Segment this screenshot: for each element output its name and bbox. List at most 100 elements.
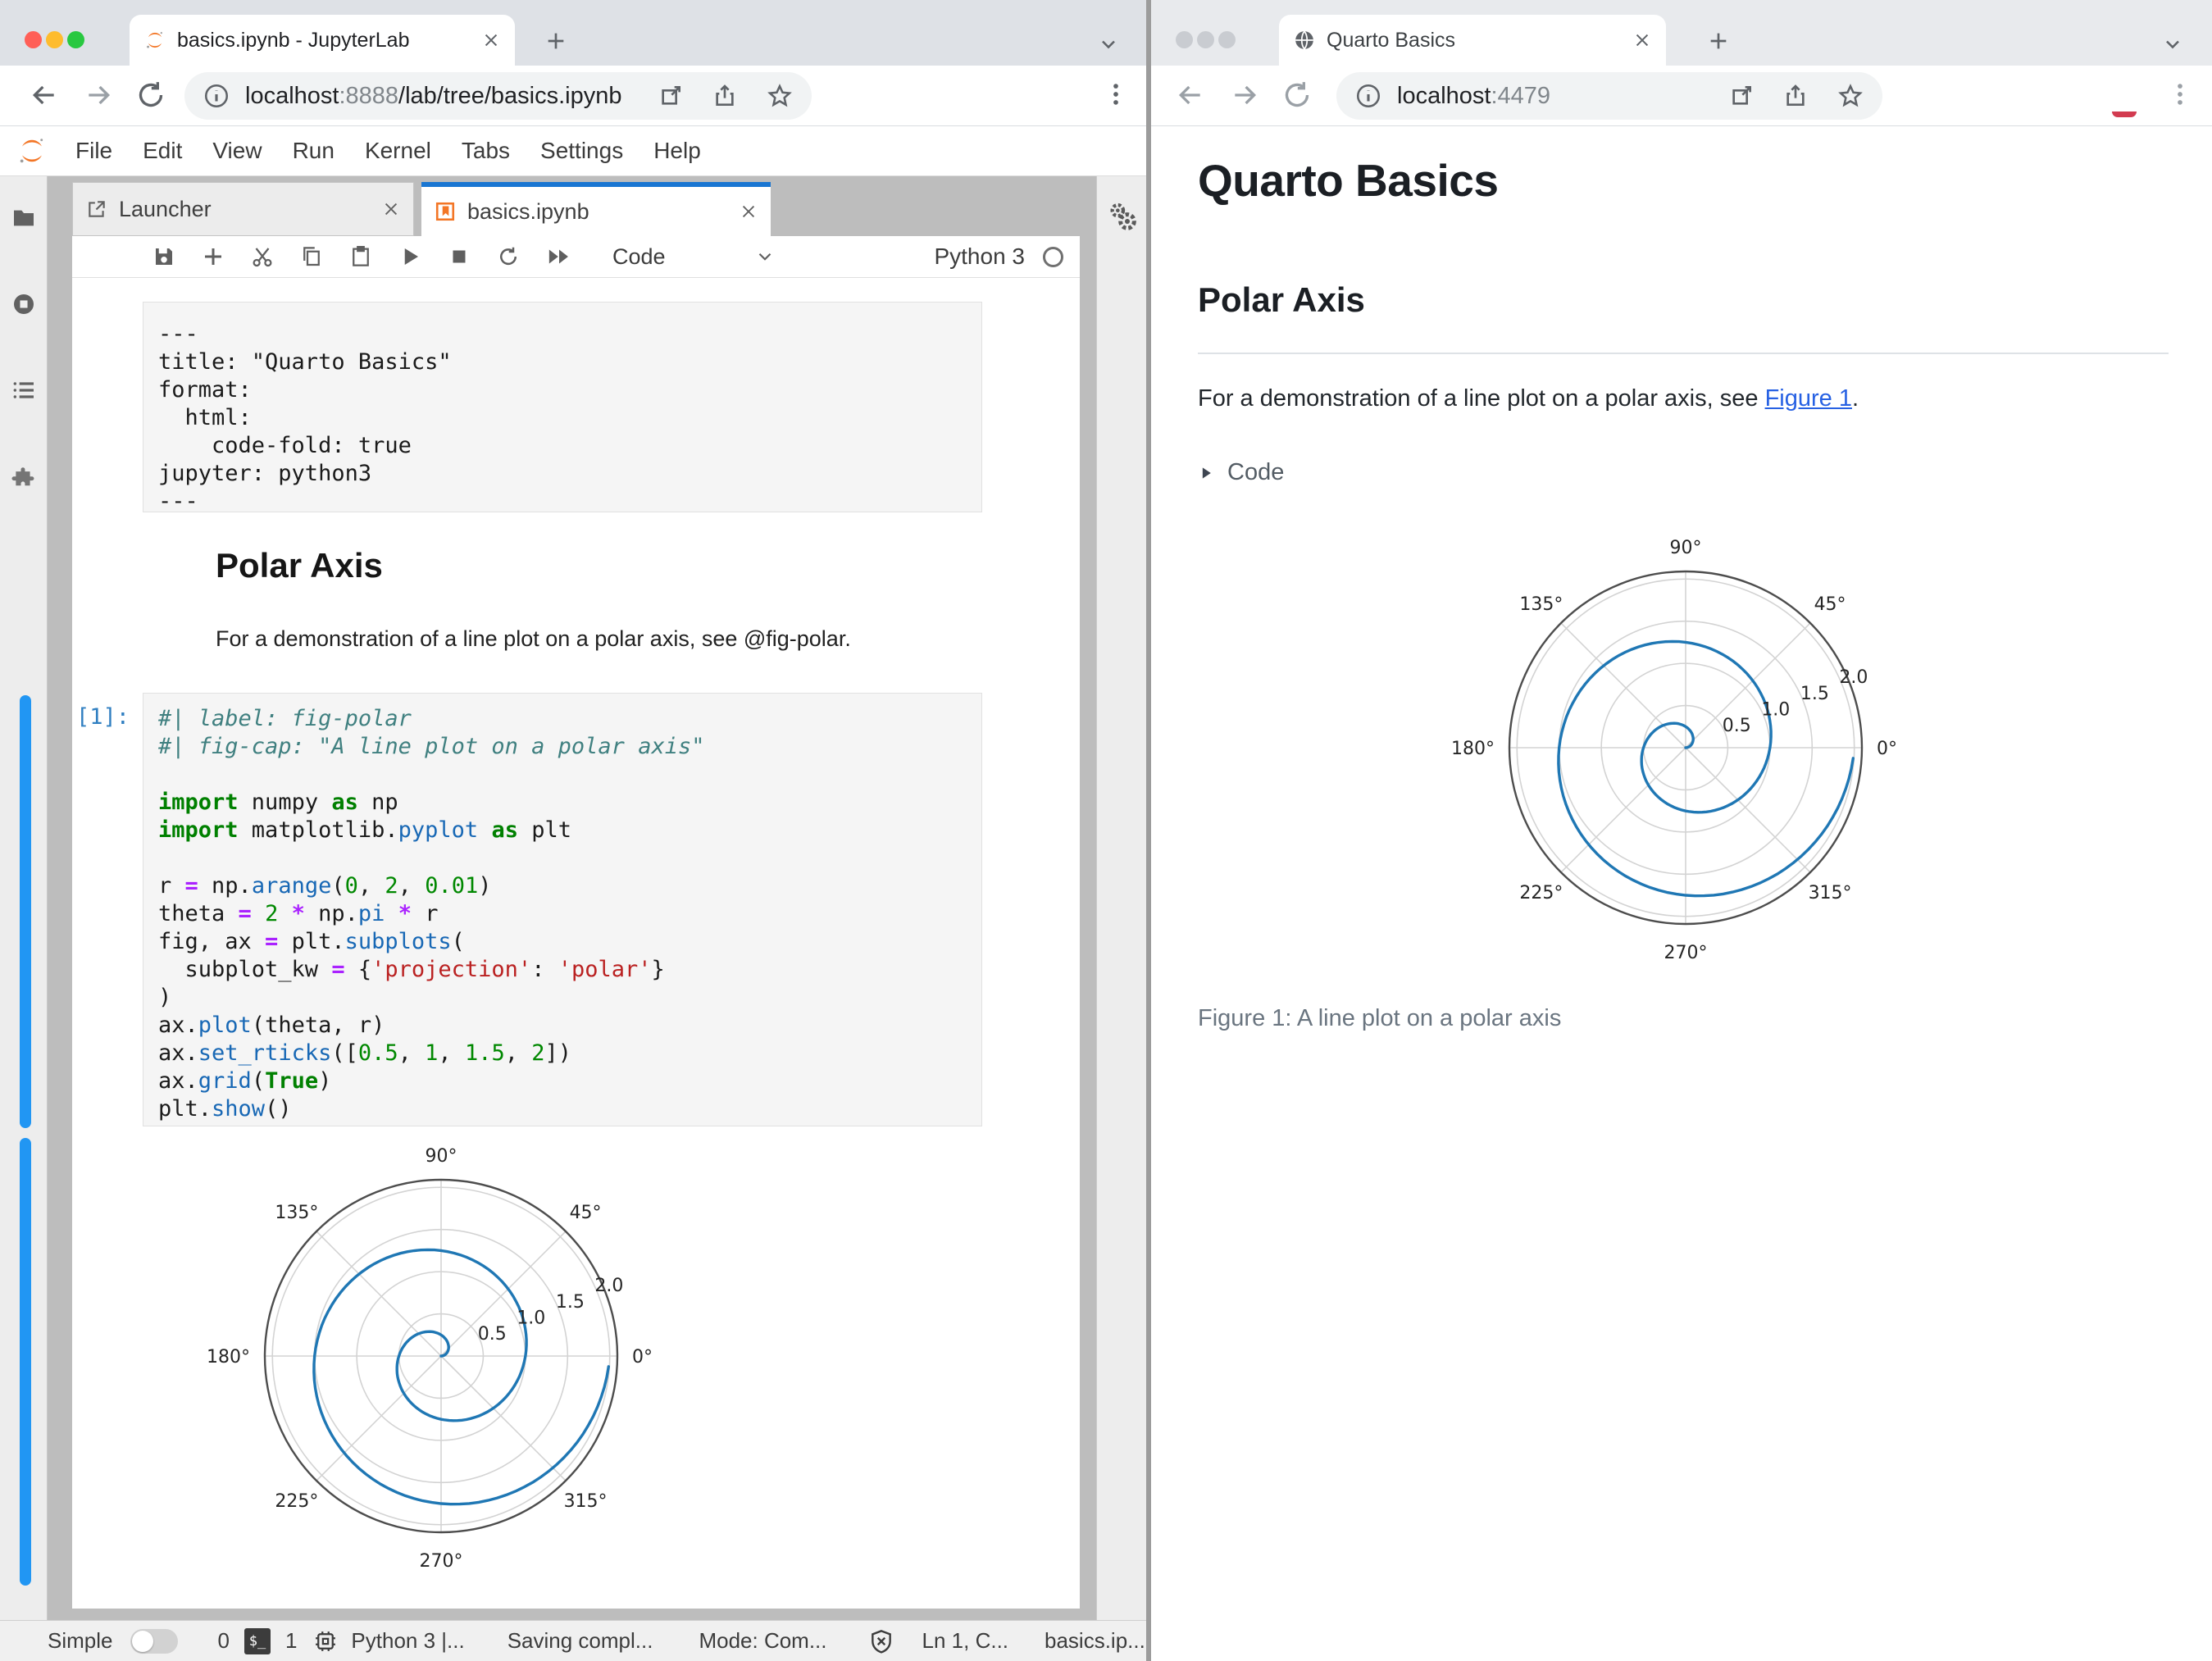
code-cell[interactable]: #| label: fig-polar #| fig-cap: "A line p… [143, 693, 982, 1126]
simple-mode-toggle[interactable] [130, 1628, 179, 1654]
menu-item-kernel[interactable]: Kernel [365, 138, 431, 164]
interrupt-kernel-button[interactable] [447, 244, 475, 269]
table-of-contents-icon[interactable] [11, 377, 37, 403]
restart-run-all-button[interactable] [545, 244, 573, 269]
kernel-indicator[interactable]: Python 3 [934, 243, 1063, 270]
reload-button[interactable] [1281, 79, 1313, 111]
tab-close-icon[interactable] [482, 31, 500, 49]
polar-plot-figure: 0° 45° 90° 135° 180° 225° 270° 315° 0.5 1.0 1.5 2.0 [1451, 538, 1897, 963]
tab-search-chevron-icon[interactable] [2161, 33, 2184, 56]
dock-tab-label: basics.ipynb [467, 198, 589, 224]
menu-item-tabs[interactable]: Tabs [462, 138, 510, 164]
forward-button[interactable] [1228, 79, 1261, 111]
menu-item-view[interactable]: View [212, 138, 262, 164]
tab-search-chevron-icon[interactable] [1097, 33, 1120, 56]
bookmark-star-icon[interactable] [766, 82, 794, 110]
output-collapser-bar[interactable] [20, 1138, 31, 1586]
markdown-heading: Polar Axis [216, 546, 383, 585]
paste-cells-button[interactable] [348, 244, 376, 269]
code-line: --- [158, 321, 198, 347]
minimize-window-button[interactable] [46, 31, 63, 48]
share-icon[interactable] [1782, 83, 1809, 109]
notebook-icon [435, 201, 456, 222]
r-tick-label: 1.0 [1761, 700, 1790, 721]
section-heading: Polar Axis [1198, 280, 1365, 319]
back-button[interactable] [28, 79, 61, 111]
figure-1-link[interactable]: Figure 1 [1765, 385, 1852, 412]
minimize-window-button[interactable] [1197, 31, 1214, 48]
browser-tab-quarto[interactable]: Quarto Basics [1279, 15, 1666, 66]
bookmark-star-icon[interactable] [1837, 82, 1864, 110]
code-line: import numpy as np [158, 790, 398, 815]
menu-item-settings[interactable]: Settings [540, 138, 623, 164]
browser-tab-jupyterlab[interactable]: basics.ipynb - JupyterLab [130, 15, 515, 66]
property-inspector-gears-icon[interactable] [1107, 201, 1140, 234]
menu-item-run[interactable]: Run [293, 138, 335, 164]
cell-type-select[interactable]: Code [612, 244, 776, 270]
file-browser-icon[interactable] [11, 205, 37, 231]
zoom-window-button[interactable] [67, 31, 84, 48]
forward-button[interactable] [82, 79, 115, 111]
theta-tick-label: 225° [1519, 883, 1563, 903]
line-col-text[interactable]: Ln 1, C... [922, 1628, 1009, 1654]
jupyterlab-menubar: File Edit View Run Kernel Tabs Settings Help [0, 126, 1151, 176]
menu-item-help[interactable]: Help [653, 138, 701, 164]
menu-item-file[interactable]: File [75, 138, 112, 164]
tab-close-icon[interactable] [1633, 31, 1651, 49]
extensions-icon[interactable] [11, 465, 37, 491]
tab-title: basics.ipynb - JupyterLab [177, 28, 410, 52]
browser-menu-kebab-icon[interactable] [2166, 80, 2194, 108]
restart-kernel-button[interactable] [496, 244, 524, 269]
left-address-bar[interactable]: localhost:8888/lab/tree/basics.ipynb [184, 72, 812, 120]
cut-cells-button[interactable] [250, 244, 278, 269]
code-line: #| fig-cap: "A line plot on a polar axis… [158, 734, 705, 759]
open-in-new-icon[interactable] [658, 83, 684, 109]
yaml-raw-cell[interactable]: --- title: "Quarto Basics" format: html: c… [143, 302, 982, 514]
kernel-name: Python 3 [934, 243, 1025, 269]
insert-cell-button[interactable] [201, 244, 229, 269]
running-kernels-icon[interactable] [11, 291, 37, 317]
site-info-icon[interactable] [203, 82, 230, 110]
close-window-button[interactable] [25, 31, 42, 48]
dock-tab-close-icon[interactable] [382, 200, 400, 218]
code-line: subplot_kw = {'projection': 'polar'} [158, 957, 665, 982]
cell-output-polar-plot: 0° 45° 90° 135° 180° 225° 270° 315° 0.5 1.0 1.5 2.0 [197, 1136, 689, 1591]
share-icon[interactable] [712, 83, 738, 109]
menu-item-edit[interactable]: Edit [143, 138, 182, 164]
new-tab-button[interactable] [1705, 28, 1732, 54]
close-window-button[interactable] [1176, 31, 1193, 48]
dock-tab-launcher[interactable]: Launcher [72, 182, 414, 236]
shield-x-icon[interactable] [868, 1628, 894, 1654]
site-info-icon[interactable] [1354, 82, 1382, 110]
kernel-idle-circle-icon [1043, 246, 1063, 267]
mode-status-text: Mode: Com... [699, 1628, 827, 1653]
zoom-window-button[interactable] [1218, 31, 1236, 48]
open-in-new-icon[interactable] [1728, 83, 1755, 109]
theta-tick-label: 315° [564, 1491, 608, 1512]
new-tab-button[interactable] [543, 28, 569, 54]
save-button[interactable] [152, 244, 180, 269]
dock-tab-notebook[interactable]: basics.ipynb [421, 182, 771, 236]
code-fold-toggle[interactable]: Code [1198, 459, 1284, 486]
browser-menu-kebab-icon[interactable] [1102, 80, 1130, 108]
reload-button[interactable] [134, 79, 167, 111]
theta-tick-label: 90° [1670, 538, 1702, 558]
dock-tab-label: Launcher [119, 196, 212, 221]
disclosure-triangle-icon [1202, 466, 1211, 479]
kernel-chip-icon[interactable] [313, 1629, 338, 1654]
r-tick-label: 1.5 [556, 1292, 585, 1313]
run-cell-button[interactable] [398, 244, 426, 269]
terminal-icon[interactable]: $_ [244, 1627, 271, 1654]
section-divider [1198, 353, 2169, 354]
back-button[interactable] [1174, 79, 1207, 111]
r-tick-label: 1.5 [1800, 684, 1829, 704]
cell-type-value: Code [612, 243, 666, 269]
kernels-count: 1 [284, 1628, 298, 1653]
copy-cells-button[interactable] [299, 244, 327, 269]
input-collapser-bar[interactable] [20, 695, 31, 1128]
code-line: fig, ax = plt.subplots( [158, 929, 465, 954]
right-address-bar[interactable]: localhost:4479 [1336, 72, 1882, 120]
kernel-status-text[interactable]: Python 3 |... [351, 1628, 464, 1654]
dock-tab-close-icon[interactable] [740, 203, 758, 221]
